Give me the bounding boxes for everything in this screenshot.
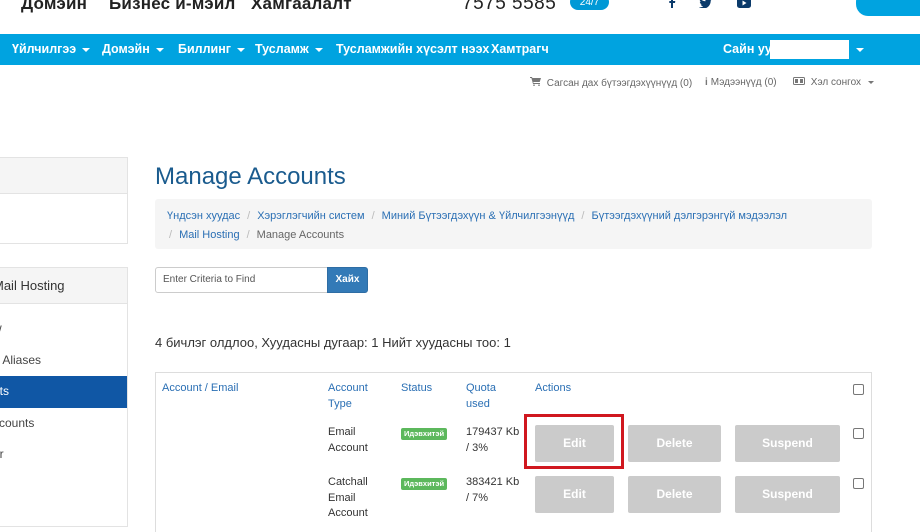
sidebar-item-overview[interactable]: w	[0, 313, 127, 345]
column-header-type-line1: Account	[328, 382, 368, 394]
nav-affiliate[interactable]: Хамтрагч	[491, 34, 549, 65]
row1-type-line1: Email	[328, 426, 356, 438]
nav-domain-label: Домэйн	[102, 42, 150, 56]
nav-open-ticket[interactable]: Тусламжийн хүсэлт нээх	[336, 34, 489, 65]
column-header-type[interactable]: Account Type	[328, 380, 368, 412]
nav-services[interactable]: Үйлчилгээ	[12, 34, 91, 65]
sidebar-panel-top	[0, 157, 128, 244]
search-input[interactable]: Enter Criteria to Find	[155, 267, 328, 293]
breadcrumb: Үндсэн хуудас / Хэрэглэгчийн систем / Миний …	[155, 199, 872, 249]
nav-greeting: Сайн уу,	[723, 42, 775, 56]
cart-icon	[530, 77, 544, 89]
chevron-down-icon	[856, 47, 864, 52]
main-navbar: Үйлчилгээ Домэйн Биллинг Тусламж Тусламж…	[0, 34, 920, 65]
select-all-checkbox[interactable]	[853, 384, 864, 395]
sidebar-item-aliases[interactable]: n Aliases	[0, 345, 127, 377]
row1-type-line2: Account	[328, 441, 368, 454]
language-label: Хэл сонгох	[810, 77, 862, 88]
row2-quota: 383421 Kb / 7%	[466, 475, 519, 506]
column-header-quota-line1: Quota	[466, 382, 496, 394]
row2-quota-line2: / 7%	[466, 491, 489, 504]
top-link-domain[interactable]: Домэйн	[21, 0, 87, 14]
column-header-account[interactable]: Account / Email	[162, 380, 238, 396]
breadcrumb-home[interactable]: Үндсэн хуудас	[167, 210, 240, 222]
nav-services-label: Үйлчилгээ	[12, 42, 77, 56]
breadcrumb-products-services[interactable]: Миний Бүтээгдэхүүн & Үйлчилгээнүүд	[382, 210, 575, 222]
nav-domain[interactable]: Домэйн	[102, 34, 164, 65]
chevron-down-icon	[237, 47, 245, 52]
row1-delete-button[interactable]: Delete	[628, 425, 721, 462]
row2-type-line2: Email	[328, 491, 356, 504]
sidebar-item-accounts[interactable]: nts	[0, 376, 127, 408]
column-header-quota[interactable]: Quota used	[466, 380, 496, 412]
twitter-icon[interactable]	[699, 0, 712, 11]
row2-type-line3: Account	[328, 507, 368, 519]
nav-support[interactable]: Тусламж	[255, 34, 323, 65]
info-icon: i	[705, 77, 708, 88]
nav-billing[interactable]: Биллинг	[178, 34, 245, 65]
row2-edit-button[interactable]: Edit	[535, 476, 614, 513]
breadcrumb-client-area[interactable]: Хэрэглэгчийн систем	[257, 210, 364, 222]
cart-label: Сагсан дах бүтээгдэхүүнүүд (0)	[546, 78, 693, 89]
row2-quota-line1: 383421 Kb	[466, 476, 520, 488]
phone-number: 7575 5585	[462, 0, 557, 14]
username-field	[770, 40, 849, 59]
cart-link[interactable]: Сагсан дах бүтээгдэхүүнүүд (0)	[530, 77, 692, 89]
row2-type: Catchall Email Account	[328, 475, 368, 522]
row2-status-badge: Идэвхитэй	[401, 478, 448, 490]
breadcrumb-separator: /	[246, 229, 250, 241]
chevron-down-icon	[155, 47, 164, 52]
search-button[interactable]: Хайх	[327, 267, 368, 293]
breadcrumb-mail-hosting[interactable]: Mail Hosting	[179, 229, 240, 241]
chevron-down-icon	[82, 47, 91, 52]
column-header-actions: Actions	[535, 382, 572, 394]
nav-billing-label: Биллинг	[178, 42, 231, 56]
row1-suspend-button[interactable]: Suspend	[735, 425, 840, 462]
breadcrumb-separator: /	[247, 210, 251, 222]
row1-quota-line2: / 3%	[466, 441, 489, 454]
language-icon	[793, 77, 808, 88]
highlight-box	[524, 414, 624, 469]
sidebar-panel-title: Mail Hosting	[0, 268, 127, 304]
row2-suspend-button[interactable]: Suspend	[735, 476, 840, 513]
notifications-label: Мэдээнүүд (0)	[710, 77, 777, 88]
row1-quota: 179437 Kb / 3%	[466, 425, 519, 456]
user-menu-toggle[interactable]	[850, 34, 864, 65]
row2-checkbox[interactable]	[853, 478, 864, 489]
top-action-button[interactable]	[856, 0, 920, 16]
nav-support-label: Тусламж	[255, 42, 309, 56]
youtube-icon[interactable]	[737, 0, 751, 11]
support-badge: 24/7	[570, 0, 609, 10]
language-selector[interactable]: Хэл сонгох	[793, 77, 874, 88]
breadcrumb-current: Manage Accounts	[256, 229, 345, 241]
page-title: Manage Accounts	[155, 163, 346, 190]
sidebar-panel-header	[0, 158, 127, 194]
column-header-type-line2: Type	[328, 398, 352, 410]
sidebar-item-add-accounts[interactable]: ccounts	[0, 408, 127, 440]
column-header-status[interactable]: Status	[401, 380, 432, 396]
breadcrumb-separator: /	[169, 229, 173, 241]
row1-checkbox[interactable]	[853, 428, 864, 439]
top-link-security[interactable]: Хамгаалалт	[251, 0, 352, 14]
row2-type-line1: Catchall	[328, 476, 368, 488]
notifications-link[interactable]: i Мэдээнүүд (0)	[705, 77, 777, 88]
top-bar: Домэйн Бизнес и-мэйл Хамгаалалт 7575 558…	[0, 0, 920, 34]
row1-type: Email Account	[328, 425, 368, 456]
results-summary: 4 бичлэг олдлоо, Хуудасны дугаар: 1 Нийт…	[155, 335, 511, 350]
row2-delete-button[interactable]: Delete	[628, 476, 721, 513]
chevron-down-icon	[314, 47, 323, 52]
facebook-icon[interactable]	[668, 0, 676, 11]
sidebar-item-other[interactable]: er	[0, 439, 127, 471]
breadcrumb-separator: /	[581, 210, 585, 222]
chevron-down-icon	[867, 80, 874, 84]
sidebar-panel-mail-hosting: Mail Hosting w n Aliases nts ccounts er	[0, 267, 128, 527]
row1-status-badge: Идэвхитэй	[401, 428, 448, 440]
row1-quota-line1: 179437 Kb	[466, 426, 520, 438]
column-header-quota-line2: used	[466, 398, 490, 410]
top-link-business-email[interactable]: Бизнес и-мэйл	[109, 0, 236, 14]
breadcrumb-separator: /	[371, 210, 375, 222]
breadcrumb-product-details[interactable]: Бүтээгдэхүүний дэлгэрэнгүй мэдээлэл	[591, 210, 787, 222]
